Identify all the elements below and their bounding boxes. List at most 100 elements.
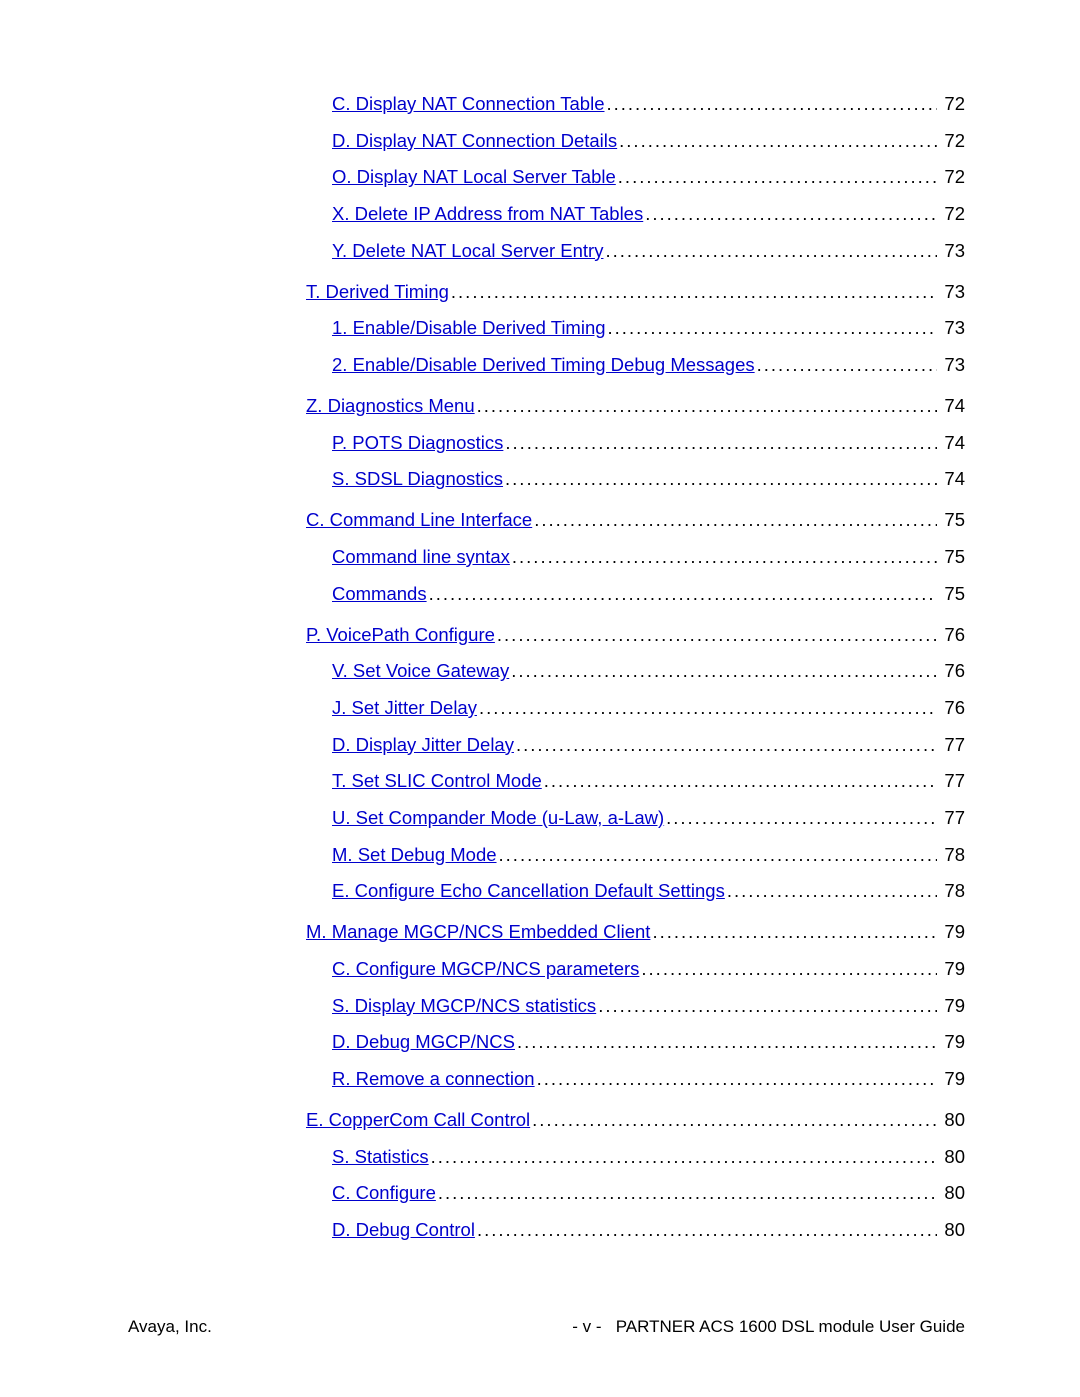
toc-page-number: 80 (937, 1218, 965, 1241)
toc-row: U. Set Compander Mode (u-Law, a-Law) 77 (332, 806, 965, 829)
toc-leader (509, 659, 937, 682)
toc-page-number: 78 (937, 879, 965, 902)
toc-leader (503, 431, 937, 454)
toc-link[interactable]: D. Display NAT Connection Details (332, 129, 617, 152)
toc-page-number: 76 (937, 659, 965, 682)
toc-link[interactable]: D. Debug Control (332, 1218, 475, 1241)
toc-page-number: 73 (937, 316, 965, 339)
toc-page-number: 72 (937, 165, 965, 188)
toc-link[interactable]: S. SDSL Diagnostics (332, 467, 503, 490)
toc-page-number: 75 (937, 582, 965, 605)
toc-leader (535, 1067, 937, 1090)
toc-link[interactable]: Y. Delete NAT Local Server Entry (332, 239, 603, 262)
toc-leader (596, 994, 937, 1017)
footer-doc-title: PARTNER ACS 1600 DSL module User Guide (616, 1317, 965, 1336)
toc-page-number: 74 (937, 467, 965, 490)
toc-row: Commands 75 (332, 582, 965, 605)
toc-leader (605, 92, 938, 115)
toc-link[interactable]: Commands (332, 582, 427, 605)
toc-link[interactable]: R. Remove a connection (332, 1067, 535, 1090)
toc-link[interactable]: M. Set Debug Mode (332, 843, 497, 866)
toc-link[interactable]: P. POTS Diagnostics (332, 431, 503, 454)
toc-link[interactable]: T. Set SLIC Control Mode (332, 769, 542, 792)
toc-page-number: 80 (937, 1181, 965, 1204)
toc-link[interactable]: D. Display Jitter Delay (332, 733, 514, 756)
toc-link[interactable]: C. Configure (332, 1181, 436, 1204)
toc-page-number: 77 (937, 806, 965, 829)
toc-link[interactable]: C. Display NAT Connection Table (332, 92, 605, 115)
toc-page-number: 75 (937, 545, 965, 568)
toc-row: T. Set SLIC Control Mode 77 (332, 769, 965, 792)
toc-row: 1. Enable/Disable Derived Timing 73 (332, 316, 965, 339)
toc-row: Command line syntax 75 (332, 545, 965, 568)
toc-page-number: 79 (937, 957, 965, 980)
toc-leader (514, 733, 937, 756)
table-of-contents: C. Display NAT Connection Table72D. Disp… (128, 92, 965, 1241)
footer-page-number: - v - (572, 1317, 601, 1336)
toc-row: S. Statistics 80 (332, 1145, 965, 1168)
toc-row: O. Display NAT Local Server Table 72 (332, 165, 965, 188)
toc-row: M. Set Debug Mode 78 (332, 843, 965, 866)
toc-link[interactable]: 1. Enable/Disable Derived Timing (332, 316, 606, 339)
toc-link[interactable]: O. Display NAT Local Server Table (332, 165, 616, 188)
toc-leader (725, 879, 937, 902)
toc-row: E. Configure Echo Cancellation Default S… (332, 879, 965, 902)
toc-row: S. SDSL Diagnostics 74 (332, 467, 965, 490)
toc-link[interactable]: 2. Enable/Disable Derived Timing Debug M… (332, 353, 755, 376)
toc-leader (497, 843, 937, 866)
toc-row: C. Display NAT Connection Table72 (332, 92, 965, 115)
toc-link[interactable]: V. Set Voice Gateway (332, 659, 509, 682)
toc-link[interactable]: Command line syntax (332, 545, 510, 568)
toc-leader (617, 129, 937, 152)
toc-page-number: 79 (937, 920, 965, 943)
toc-row: V. Set Voice Gateway 76 (332, 659, 965, 682)
toc-page-number: 74 (937, 431, 965, 454)
toc-page-number: 79 (937, 994, 965, 1017)
toc-leader (515, 1030, 937, 1053)
toc-link[interactable]: S. Statistics (332, 1145, 429, 1168)
toc-link[interactable]: M. Manage MGCP/NCS Embedded Client (306, 920, 650, 943)
toc-link[interactable]: U. Set Compander Mode (u-Law, a-Law) (332, 806, 664, 829)
toc-link[interactable]: S. Display MGCP/NCS statistics (332, 994, 596, 1017)
toc-link[interactable]: C. Configure MGCP/NCS parameters (332, 957, 639, 980)
toc-page-number: 76 (937, 623, 965, 646)
toc-leader (643, 202, 937, 225)
toc-link[interactable]: E. CopperCom Call Control (306, 1108, 530, 1131)
toc-link[interactable]: X. Delete IP Address from NAT Tables (332, 202, 643, 225)
toc-leader (436, 1181, 937, 1204)
toc-row: Y. Delete NAT Local Server Entry73 (332, 239, 965, 262)
toc-page-number: 79 (937, 1067, 965, 1090)
toc-page-number: 78 (937, 843, 965, 866)
toc-link[interactable]: T. Derived Timing (306, 280, 449, 303)
toc-row: C. Configure 80 (332, 1181, 965, 1204)
toc-page-number: 76 (937, 696, 965, 719)
toc-leader (755, 353, 937, 376)
toc-link[interactable]: J. Set Jitter Delay (332, 696, 477, 719)
toc-link[interactable]: P. VoicePath Configure (306, 623, 495, 646)
toc-row: C. Configure MGCP/NCS parameters 79 (332, 957, 965, 980)
toc-leader (475, 1218, 937, 1241)
toc-link[interactable]: D. Debug MGCP/NCS (332, 1030, 515, 1053)
toc-page-number: 72 (937, 202, 965, 225)
toc-page-number: 75 (937, 508, 965, 531)
toc-page-number: 74 (937, 394, 965, 417)
toc-leader (427, 582, 937, 605)
toc-page-number: 77 (937, 769, 965, 792)
toc-row: P. POTS Diagnostics 74 (332, 431, 965, 454)
toc-row: D. Display Jitter Delay 77 (332, 733, 965, 756)
toc-page-number: 80 (937, 1145, 965, 1168)
toc-link[interactable]: E. Configure Echo Cancellation Default S… (332, 879, 725, 902)
toc-page-number: 73 (937, 353, 965, 376)
toc-page-number: 79 (937, 1030, 965, 1053)
toc-row: R. Remove a connection 79 (332, 1067, 965, 1090)
page: C. Display NAT Connection Table72D. Disp… (0, 0, 1080, 1397)
toc-leader (530, 1108, 937, 1131)
toc-leader (477, 696, 937, 719)
page-footer: Avaya, Inc. - v - PARTNER ACS 1600 DSL m… (128, 1317, 965, 1337)
toc-page-number: 77 (937, 733, 965, 756)
toc-leader (664, 806, 937, 829)
toc-leader (603, 239, 937, 262)
toc-link[interactable]: C. Command Line Interface (306, 508, 532, 531)
toc-row: J. Set Jitter Delay 76 (332, 696, 965, 719)
toc-link[interactable]: Z. Diagnostics Menu (306, 394, 475, 417)
